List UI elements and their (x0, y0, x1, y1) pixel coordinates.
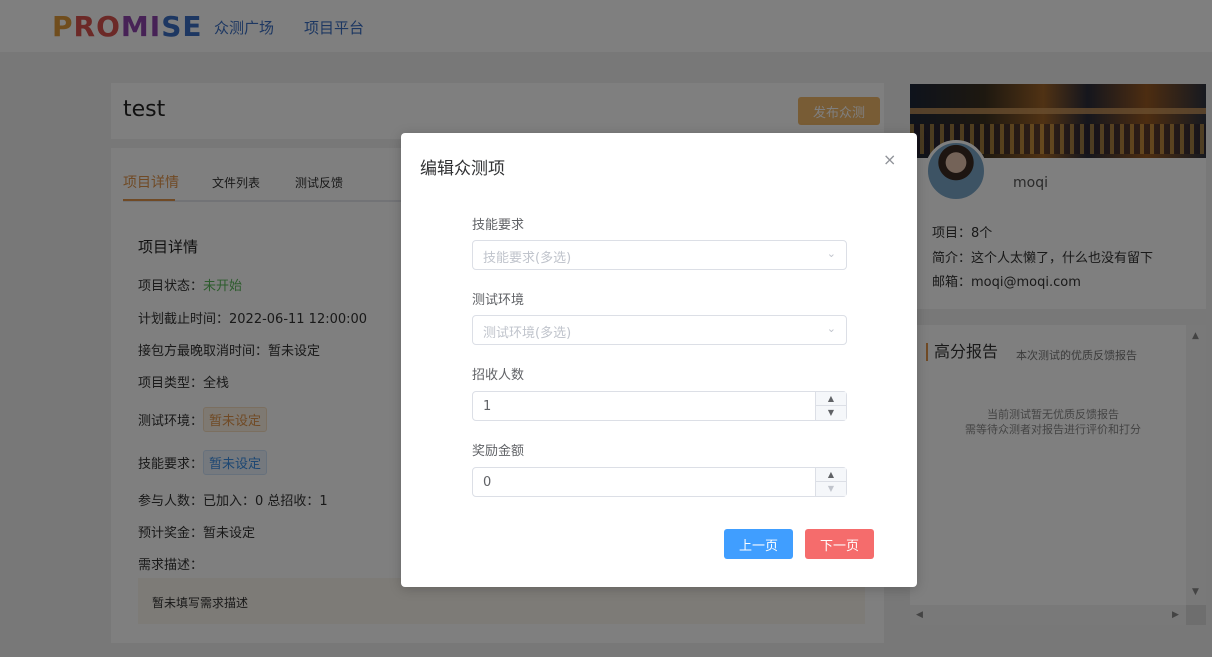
prev-page-button[interactable]: 上一页 (724, 529, 793, 559)
edit-crowdtest-dialog: 编辑众测项 × 技能要求 技能要求(多选) ⌄ 测试环境 测试环境(多选) ⌄ … (401, 133, 917, 587)
next-page-button[interactable]: 下一页 (805, 529, 874, 559)
decrease-icon[interactable]: ▼ (816, 406, 846, 420)
reward-amount-stepper: ▲ ▼ (472, 467, 847, 497)
reward-label: 奖励金额 (472, 444, 525, 459)
env-select[interactable]: 测试环境(多选) ⌄ (472, 315, 847, 345)
chevron-down-icon: ⌄ (826, 322, 836, 335)
skill-label: 技能要求 (472, 218, 525, 233)
recruit-count-stepper: ▲ ▼ (472, 391, 847, 421)
recruit-count-input[interactable] (474, 393, 814, 419)
increase-icon[interactable]: ▲ (816, 392, 846, 406)
close-icon[interactable]: × (883, 150, 896, 169)
env-label: 测试环境 (472, 293, 525, 308)
decrease-icon[interactable]: ▼ (816, 482, 846, 496)
skill-select[interactable]: 技能要求(多选) ⌄ (472, 240, 847, 270)
increase-icon[interactable]: ▲ (816, 468, 846, 482)
dialog-title: 编辑众测项 (420, 159, 505, 179)
reward-amount-input[interactable] (474, 469, 814, 495)
chevron-down-icon: ⌄ (826, 247, 836, 260)
recruit-label: 招收人数 (472, 368, 525, 383)
